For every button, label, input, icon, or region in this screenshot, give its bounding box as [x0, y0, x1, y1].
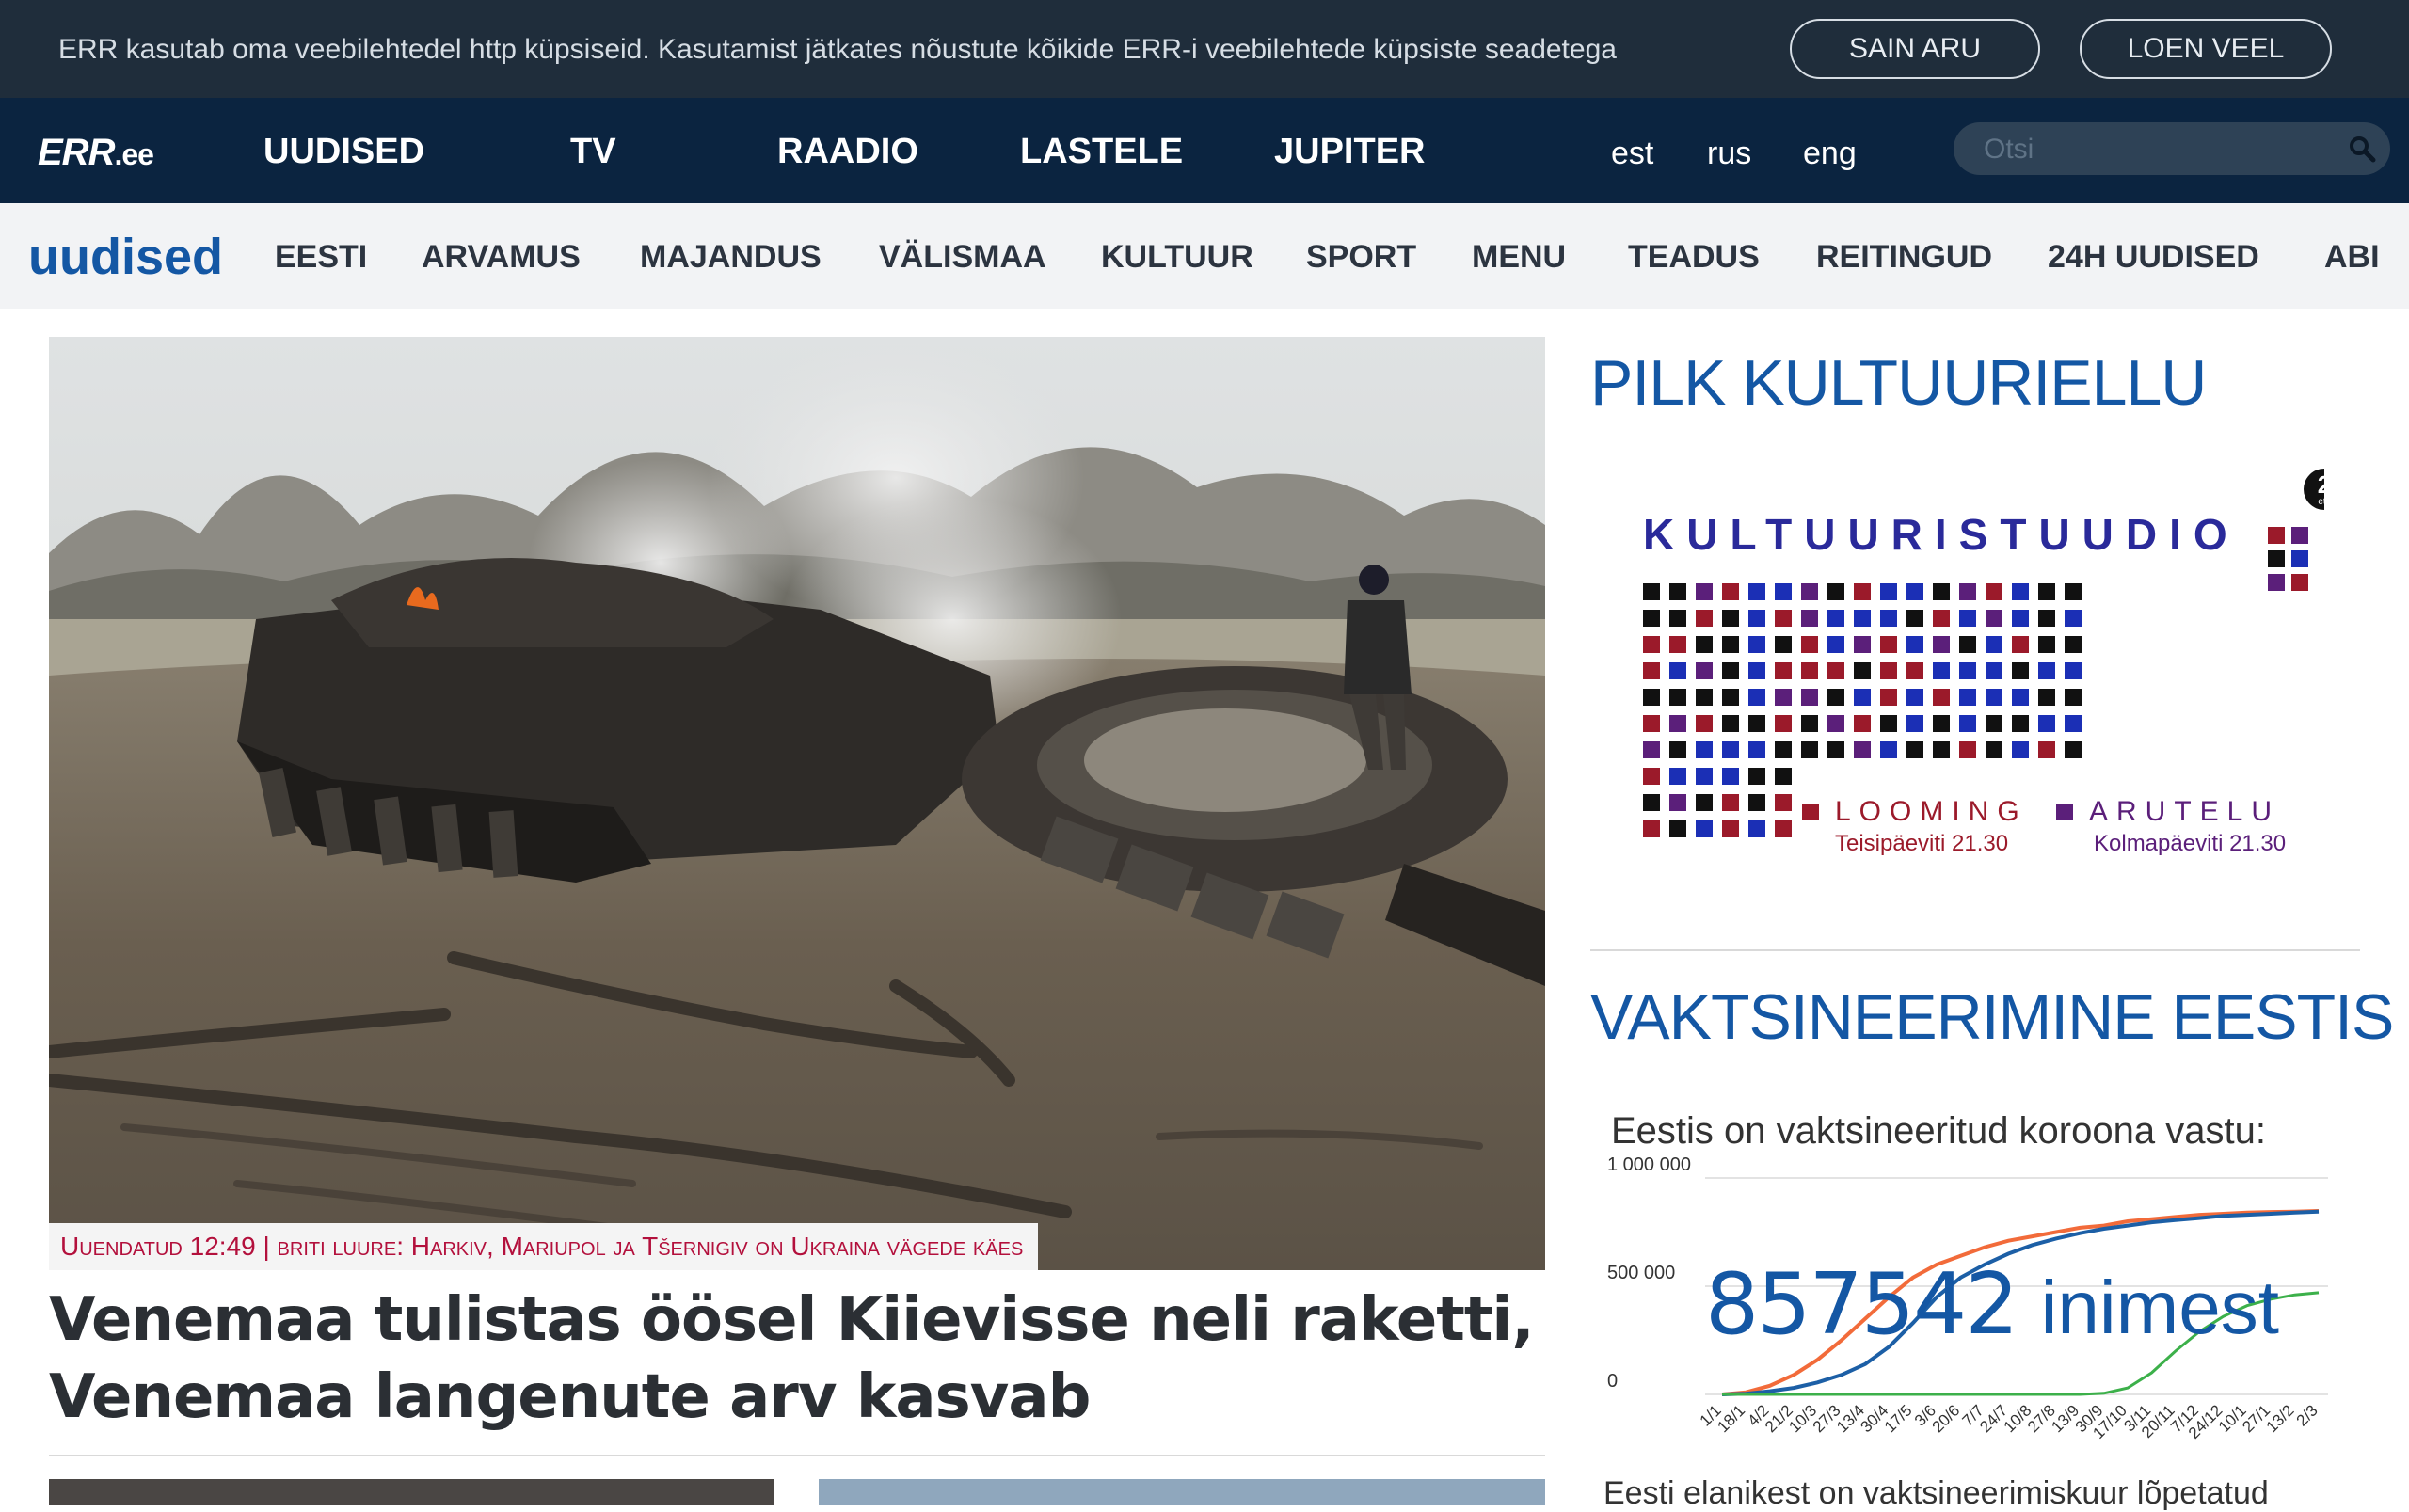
x-tick-label: 20/6	[1929, 1401, 1964, 1436]
kultuuristuudio-promo[interactable]: 2 etv KULTUURISTUUDIO LOOMING Teisipäevi…	[1590, 461, 2345, 884]
subnav-kultuur[interactable]: KULTUUR	[1101, 239, 1253, 276]
section-navigation: uudised EESTI ARVAMUS MAJANDUS VÄLISMAA …	[0, 203, 2409, 309]
vaccination-completed-text: Eesti elanikest on vaktsineerimiskuur lõ…	[1603, 1475, 2269, 1511]
channel-sub: etv	[2318, 497, 2324, 507]
subnav-valismaa[interactable]: VÄLISMAA	[879, 239, 1046, 276]
err-logo[interactable]: ERR.ee	[38, 132, 154, 174]
search-input[interactable]: Otsi	[1954, 122, 2390, 175]
subnav-sport[interactable]: SPORT	[1306, 239, 1416, 276]
nav-uudised[interactable]: UUDISED	[263, 132, 424, 172]
search-placeholder: Otsi	[1984, 134, 2034, 165]
subnav-24h-uudised[interactable]: 24H UUDISED	[2048, 239, 2259, 276]
headline-line-1: Venemaa tulistas öösel Kiievisse neli ra…	[49, 1285, 1535, 1355]
vaccinated-unit: inimest	[2040, 1265, 2279, 1349]
subnav-teadus[interactable]: TEADUS	[1628, 239, 1760, 276]
lang-eng[interactable]: eng	[1803, 135, 1857, 172]
promo-show2-time: Kolmapäeviti 21.30	[2094, 831, 2286, 856]
vaccinated-count: 857542 inimest	[1705, 1255, 2279, 1354]
lang-est[interactable]: est	[1611, 135, 1653, 172]
vaccinated-number: 857542	[1705, 1255, 2019, 1354]
sidebar-divider	[1590, 949, 2360, 951]
nav-tv[interactable]: TV	[570, 132, 616, 172]
cookie-accept-button[interactable]: SAIN ARU	[1790, 19, 2040, 79]
nav-lastele[interactable]: LASTELE	[1020, 132, 1183, 172]
promo-show2: ARUTELU	[2089, 796, 2280, 827]
cookie-text: ERR kasutab oma veebilehtedel http küpsi…	[58, 34, 1617, 65]
hero-headline[interactable]: Venemaa tulistas öösel Kiievisse neli ra…	[49, 1281, 1545, 1436]
culture-section-title[interactable]: PILK KULTUURIELLU	[1590, 346, 2207, 420]
x-tick-label: 18/1	[1714, 1401, 1748, 1436]
lang-rus[interactable]: rus	[1707, 135, 1751, 172]
logo-text: ERR	[38, 132, 115, 173]
subnav-arvamus[interactable]: ARVAMUS	[422, 239, 581, 276]
vaccination-subtitle: Eestis on vaktsineeritud koroona vastu:	[1611, 1110, 2266, 1152]
subnav-reitingud[interactable]: REITINGUD	[1816, 239, 1992, 276]
y-tick-label: 1 000 000	[1607, 1157, 1691, 1175]
channel-number: 2	[2318, 470, 2324, 499]
logo-suffix: .ee	[114, 137, 153, 171]
article-thumbnail[interactable]	[49, 1479, 774, 1505]
hero-caption-link[interactable]: Uuendatud 12:49 | briti luure: Harkiv, M…	[49, 1223, 1039, 1270]
promo-title: KULTUURISTUUDIO	[1643, 510, 2240, 559]
subnav-abi[interactable]: ABI	[2324, 239, 2380, 276]
subnav-eesti[interactable]: EESTI	[275, 239, 367, 276]
main-navigation: ERR.ee UUDISED TV RAADIO LASTELE JUPITER…	[0, 98, 2409, 203]
vaccination-section-title[interactable]: VAKTSINEERIMINE EESTIS	[1590, 980, 2394, 1054]
subnav-majandus[interactable]: MAJANDUS	[640, 239, 822, 276]
nav-jupiter[interactable]: JUPITER	[1274, 132, 1425, 172]
promo-show1: LOOMING	[1835, 796, 2028, 827]
x-tick-label: 13/2	[2263, 1401, 2298, 1436]
divider	[49, 1455, 1545, 1456]
x-tick-label: 17/5	[1881, 1401, 1916, 1436]
cookie-read-more-button[interactable]: LOEN VEEL	[2080, 19, 2332, 79]
etv2-logo-icon: 2 etv	[2304, 469, 2345, 510]
cookie-banner: ERR kasutab oma veebilehtedel http küpsi…	[0, 0, 2409, 98]
hero-image[interactable]	[49, 337, 1545, 1270]
section-brand[interactable]: uudised	[28, 228, 223, 286]
x-tick-label: 2/3	[2293, 1401, 2321, 1429]
promo-show1-time: Teisipäeviti 21.30	[1835, 831, 2008, 856]
search-icon[interactable]	[2347, 134, 2377, 164]
y-tick-label: 500 000	[1607, 1263, 1675, 1283]
article-thumbnail[interactable]	[819, 1479, 1545, 1505]
y-tick-label: 0	[1607, 1371, 1618, 1392]
subnav-menu[interactable]: MENU	[1472, 239, 1566, 276]
headline-line-2: Venemaa langenute arv kasvab	[49, 1362, 1091, 1432]
nav-raadio[interactable]: RAADIO	[777, 132, 918, 172]
